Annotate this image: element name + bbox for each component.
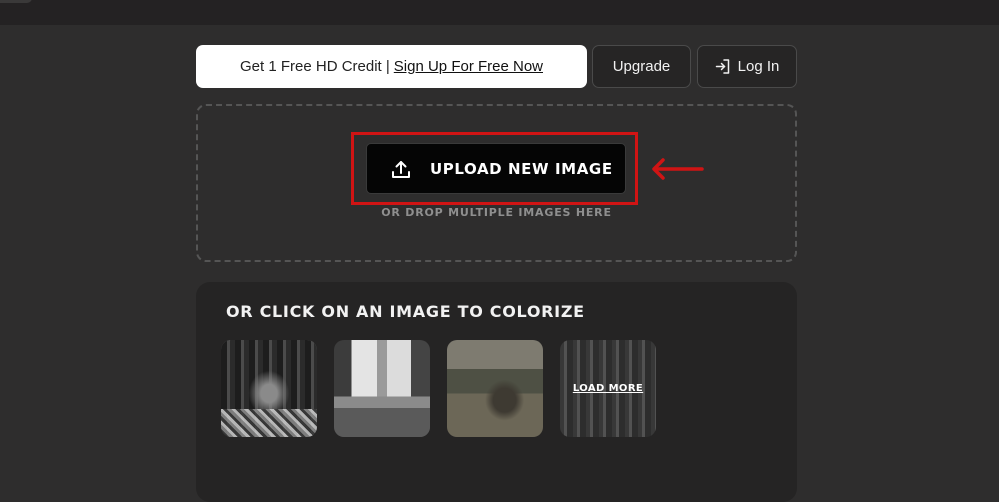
credit-text: Get 1 Free HD Credit | xyxy=(240,58,390,75)
load-more-link[interactable]: LOAD MORE xyxy=(560,340,656,437)
sample-image-thumbnail[interactable] xyxy=(334,340,430,437)
arrow-left-icon xyxy=(652,158,704,180)
sample-image-thumbnail[interactable] xyxy=(221,340,317,437)
top-bar xyxy=(0,0,999,25)
samples-title: OR CLICK ON AN IMAGE TO COLORIZE xyxy=(226,302,585,321)
top-bar-tab xyxy=(0,0,32,3)
login-button[interactable]: Log In xyxy=(697,45,797,88)
free-credit-banner: Get 1 Free HD Credit | Sign Up For Free … xyxy=(196,45,587,88)
upgrade-button[interactable]: Upgrade xyxy=(592,45,691,88)
login-icon xyxy=(715,59,729,74)
annotation-highlight-box xyxy=(351,132,638,205)
upgrade-label: Upgrade xyxy=(612,58,671,75)
load-more-thumbnail[interactable]: LOAD MORE xyxy=(560,340,656,437)
sample-image-detail xyxy=(221,409,317,437)
sample-image xyxy=(447,340,543,437)
drop-hint-text: OR DROP MULTIPLE IMAGES HERE xyxy=(381,206,612,219)
login-label: Log In xyxy=(737,58,780,75)
sample-image-thumbnail[interactable] xyxy=(447,340,543,437)
sample-image xyxy=(334,340,430,437)
signup-link[interactable]: Sign Up For Free Now xyxy=(394,58,543,75)
